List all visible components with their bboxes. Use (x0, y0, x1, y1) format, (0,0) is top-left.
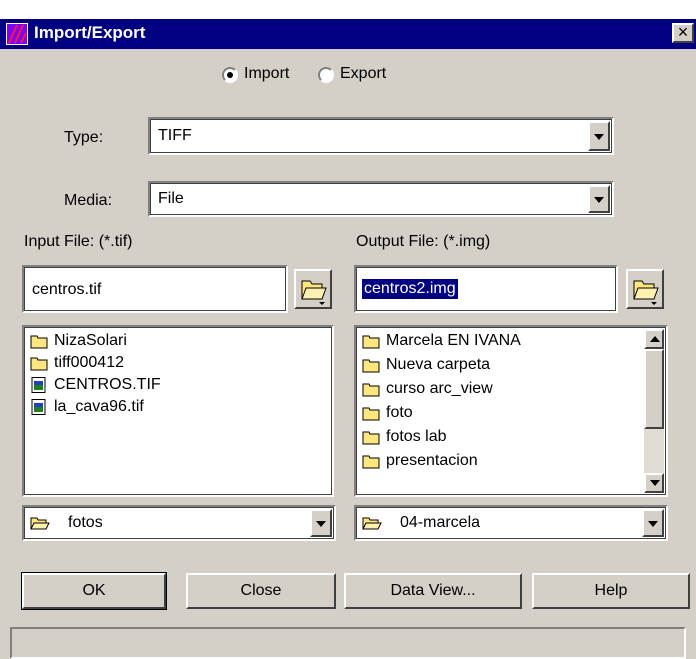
export-radio[interactable] (318, 67, 334, 83)
folder-icon (30, 357, 48, 371)
chevron-down-icon (316, 521, 326, 527)
folder-icon (362, 431, 380, 445)
help-button[interactable]: Help (532, 573, 690, 609)
type-select-value: TIFF (158, 127, 192, 144)
folder-icon (362, 359, 380, 373)
folder-icon (30, 335, 48, 349)
input-browse-button[interactable] (294, 269, 332, 309)
open-folder-icon (633, 280, 659, 305)
arrow-up-icon (650, 336, 660, 342)
input-file-value: centros.tif (32, 281, 102, 298)
output-file-list[interactable]: Marcela EN IVANA Nueva carpeta curso arc… (354, 325, 668, 497)
image-file-icon (31, 399, 46, 415)
scroll-thumb[interactable] (644, 349, 664, 429)
status-bar (10, 627, 686, 659)
open-folder-icon (301, 280, 327, 305)
folder-icon (362, 455, 380, 469)
arrow-down-icon (650, 480, 660, 486)
chevron-down-icon (594, 197, 604, 203)
import-radio-label[interactable]: Import (244, 65, 289, 83)
output-list-scrollbar[interactable] (644, 329, 664, 493)
output-file-field[interactable]: centros2.img (354, 265, 618, 313)
export-radio-label[interactable]: Export (340, 65, 386, 83)
image-file-icon (31, 377, 46, 393)
window-title: Import/Export (34, 23, 146, 42)
input-directory-select[interactable]: fotos (22, 505, 336, 541)
type-label: Type: (64, 129, 104, 146)
output-file-value: centros2.img (362, 279, 458, 299)
folder-icon (362, 335, 380, 349)
folder-icon (362, 383, 380, 397)
media-select-value: File (158, 190, 184, 207)
media-dropdown-button[interactable] (588, 185, 610, 213)
scroll-down-button[interactable] (644, 473, 664, 493)
input-file-field[interactable]: centros.tif (22, 265, 288, 313)
folder-icon (362, 407, 380, 421)
output-directory-select[interactable]: 04-marcela (354, 505, 668, 541)
output-file-label: Output File: (*.img) (356, 233, 491, 250)
close-icon: × (677, 22, 689, 42)
chevron-down-icon (648, 521, 658, 527)
output-browse-button[interactable] (626, 269, 664, 309)
input-file-label: Input File: (*.tif) (24, 233, 133, 250)
output-directory-value: 04-marcela (400, 514, 481, 531)
input-file-list[interactable]: NizaSolari tiff000412 CENTROS.TIF la_cav… (22, 325, 334, 497)
open-folder-icon (362, 517, 382, 530)
input-directory-value: fotos (68, 514, 103, 531)
type-dropdown-button[interactable] (588, 121, 610, 151)
page-top-strip (0, 0, 696, 19)
data-view-button[interactable]: Data View... (344, 573, 522, 609)
import-radio[interactable] (222, 67, 238, 83)
output-directory-dropdown-button[interactable] (642, 509, 664, 537)
scroll-up-button[interactable] (644, 329, 664, 349)
app-icon (6, 23, 28, 45)
open-folder-icon (30, 517, 50, 530)
import-export-dialog: Import/Export × Import Export Type: TIFF… (0, 19, 696, 659)
close-window-button[interactable]: × (672, 23, 694, 43)
media-select[interactable]: File (148, 181, 614, 217)
close-button[interactable]: Close (186, 573, 336, 609)
ok-button[interactable]: OK (21, 572, 167, 610)
title-bar[interactable]: Import/Export × (0, 19, 696, 49)
type-select[interactable]: TIFF (148, 117, 614, 155)
input-directory-dropdown-button[interactable] (310, 509, 332, 537)
chevron-down-icon (594, 134, 604, 140)
media-label: Media: (64, 192, 113, 209)
